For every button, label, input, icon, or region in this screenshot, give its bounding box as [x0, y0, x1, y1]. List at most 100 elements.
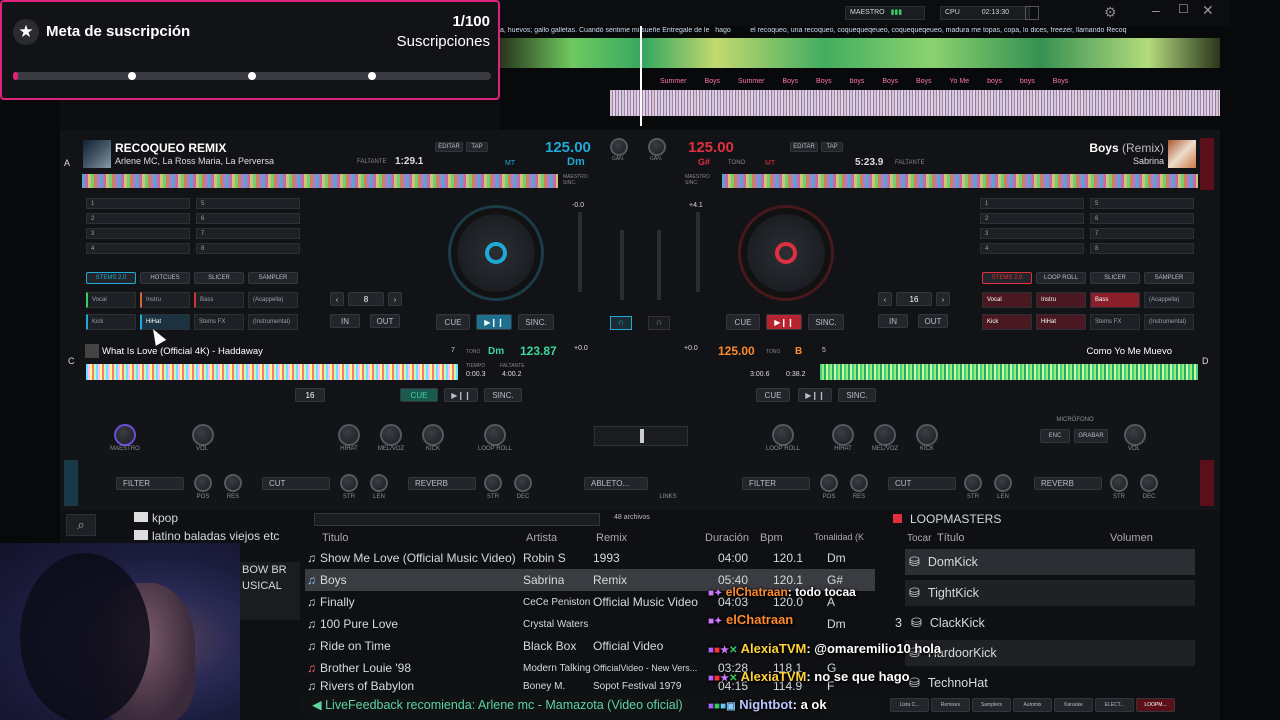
loopmasters-item[interactable]: ⛁ HardoorKick	[905, 640, 1195, 666]
deck-a-loop-size[interactable]: 8	[348, 292, 384, 306]
deck-d-play-button[interactable]: ▶❙❙	[798, 388, 832, 402]
deck-a-pad-vocal[interactable]: Vocal	[86, 292, 136, 308]
deck-a-tap-button[interactable]: TAP	[466, 142, 488, 152]
col-title[interactable]: Titulo	[322, 532, 349, 544]
gain-knob-b[interactable]	[648, 138, 666, 156]
master-knob[interactable]	[114, 424, 136, 446]
fx-reverb-a[interactable]: REVERB	[408, 477, 476, 490]
fx-filter-b[interactable]: FILTER	[742, 477, 810, 490]
tab-loopmasters[interactable]: LOOPM...	[1136, 698, 1175, 712]
hotcue-7[interactable]: 7	[1090, 228, 1194, 239]
volume-fader-a[interactable]	[620, 230, 624, 300]
deck-b-loop-size[interactable]: 16	[896, 292, 932, 306]
deck-a-mt[interactable]: MT	[505, 160, 515, 167]
fx-cut-a[interactable]: CUT	[262, 477, 330, 490]
fx-reverb-b[interactable]: REVERB	[1034, 477, 1102, 490]
hotcue-4[interactable]: 4	[980, 243, 1084, 254]
melvoz-knob-b[interactable]	[874, 424, 896, 446]
hotcue-4[interactable]: 4	[86, 243, 190, 254]
settings-icon[interactable]: ⚙	[1104, 4, 1117, 21]
hotcue-6[interactable]: 6	[1090, 213, 1194, 224]
col-duration[interactable]: Duración	[705, 532, 749, 544]
tab-automix[interactable]: Automix	[1013, 698, 1052, 712]
deck-a-in-button[interactable]: IN	[330, 314, 360, 328]
enc-button[interactable]: ENC	[1040, 429, 1070, 443]
deck-a-sync-button[interactable]: SINC.	[518, 314, 554, 330]
deck-c-play-button[interactable]: ▶❙❙	[444, 388, 478, 402]
hotcue-8[interactable]: 8	[1090, 243, 1194, 254]
fx-ableton[interactable]: ABLETO...	[584, 477, 648, 490]
deck-a-tab-sampler[interactable]: SAMPLER	[248, 272, 298, 284]
deck-b-pad-hihat[interactable]: HiHat	[1036, 314, 1086, 330]
search-input[interactable]	[314, 513, 600, 526]
deck-a-pad-hihat[interactable]: HiHat	[140, 314, 190, 330]
str2-knob-b[interactable]	[1110, 474, 1128, 492]
len-knob-a[interactable]	[370, 474, 388, 492]
deck-b-tab-slicer[interactable]: SLICER	[1090, 272, 1140, 284]
deck-a-pad-stemsfx[interactable]: Stems FX	[194, 314, 244, 330]
deck-a-out-button[interactable]: OUT	[370, 314, 400, 328]
deck-c-key[interactable]: Dm	[488, 346, 504, 357]
deck-b-tap-button[interactable]: TAP	[821, 142, 843, 152]
hotcue-2[interactable]: 2	[980, 213, 1084, 224]
hotcue-1[interactable]: 1	[86, 198, 190, 209]
pos-knob-a[interactable]	[194, 474, 212, 492]
record-icon[interactable]	[1025, 6, 1039, 20]
deck-b-loop-prev[interactable]: ‹	[878, 292, 892, 306]
deck-a-pad-bass[interactable]: Bass	[194, 292, 244, 308]
grabar-button[interactable]: GRABAR	[1074, 429, 1108, 443]
hotcue-7[interactable]: 7	[196, 228, 300, 239]
hotcue-5[interactable]: 5	[196, 198, 300, 209]
deck-b-tab-loop[interactable]: LOOP ROLL	[1036, 272, 1086, 284]
gain-knob-a[interactable]	[610, 138, 628, 156]
deck-b-play-button[interactable]: ▶❙❙	[766, 314, 802, 330]
deck-a-pad-instru[interactable]: Instru	[140, 292, 190, 308]
tab-karaoke[interactable]: Karaoke	[1054, 698, 1093, 712]
deck-b-jogwheel[interactable]	[738, 205, 834, 301]
len-knob-b[interactable]	[994, 474, 1012, 492]
deck-d-sync-button[interactable]: SINC.	[838, 388, 876, 402]
deck-c-loop-size[interactable]: 16	[295, 388, 325, 402]
deck-b-master-sync[interactable]: MAESTRO SINC.	[685, 174, 715, 186]
deck-b-tab-sampler[interactable]: SAMPLER	[1144, 272, 1194, 284]
deck-b-tab-stems[interactable]: STEMS 2.0	[982, 272, 1032, 284]
crossfader[interactable]	[594, 426, 688, 446]
search-button[interactable]: ⌕	[66, 514, 96, 536]
deck-b-pad-instru[interactable]: Instru	[1036, 292, 1086, 308]
deck-a-tab-hotcues[interactable]: HOTCUES	[140, 272, 190, 284]
fx-cut-b[interactable]: CUT	[888, 477, 956, 490]
deck-b-pad-bass[interactable]: Bass	[1090, 292, 1140, 308]
col-remix[interactable]: Remix	[596, 532, 627, 544]
deck-c-sync-button[interactable]: SINC.	[484, 388, 522, 402]
deck-a-jogwheel[interactable]	[448, 205, 544, 301]
deck-b-cue-button[interactable]: CUE	[726, 314, 760, 330]
deck-a-tab-stems[interactable]: STEMS 2.0	[86, 272, 136, 284]
col-artist[interactable]: Artista	[526, 532, 557, 544]
deck-a-pad-acappella[interactable]: (Acappella)	[248, 292, 298, 308]
tab-electro[interactable]: ELECT...	[1095, 698, 1134, 712]
deck-a-pad-kick[interactable]: Kick	[86, 314, 136, 330]
deck-d-cue-button[interactable]: CUE	[756, 388, 790, 402]
deck-b-pad-acappella[interactable]: (Acappella)	[1144, 292, 1194, 308]
deck-b-sync-button[interactable]: SINC.	[808, 314, 844, 330]
deck-a-loop-next[interactable]: ›	[388, 292, 402, 306]
pos-knob-b[interactable]	[820, 474, 838, 492]
volume-fader-b[interactable]	[657, 230, 661, 300]
deck-a-master-sync[interactable]: MAESTRO SINC.	[563, 174, 593, 186]
res-knob-a[interactable]	[224, 474, 242, 492]
close-icon[interactable]: ✕	[1202, 2, 1214, 19]
deck-a-cue-button[interactable]: CUE	[436, 314, 470, 330]
hotcue-5[interactable]: 5	[1090, 198, 1194, 209]
vol-knob-left[interactable]	[192, 424, 214, 446]
loopmasters-item[interactable]: ⛁ TechnoHat	[905, 670, 1195, 696]
tab-remixes[interactable]: Remixes	[931, 698, 970, 712]
deck-b-pad-instrumental[interactable]: (Instrumental)	[1144, 314, 1194, 330]
deck-b-pad-vocal[interactable]: Vocal	[982, 292, 1032, 308]
deck-d-key[interactable]: B	[795, 346, 802, 357]
deck-c-cue-button[interactable]: CUE	[400, 388, 438, 402]
deck-b-in-button[interactable]: IN	[878, 314, 908, 328]
tab-lista[interactable]: Lista C...	[890, 698, 929, 712]
hotcue-2[interactable]: 2	[86, 213, 190, 224]
deck-d-waveform[interactable]	[820, 364, 1198, 380]
loop-roll-knob-b[interactable]	[772, 424, 794, 446]
